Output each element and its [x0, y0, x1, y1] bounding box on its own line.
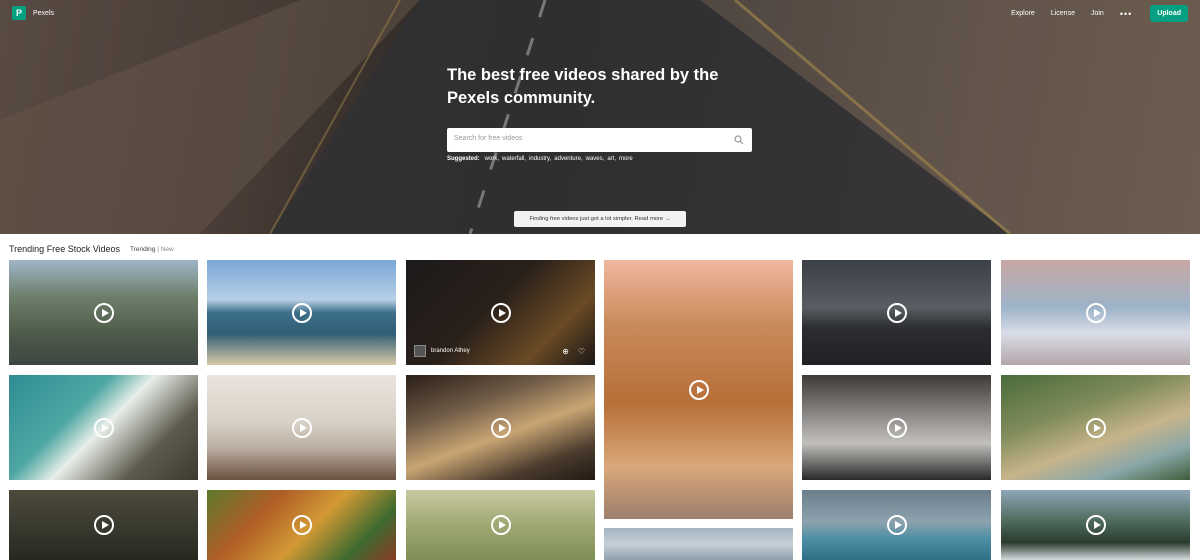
tile-city-traffic[interactable]	[9, 260, 198, 365]
suggested-link-art[interactable]: art,	[607, 156, 616, 162]
suggested-link-waves[interactable]: waves,	[586, 156, 605, 162]
play-icon[interactable]	[1085, 417, 1106, 438]
pexels-logo-icon: P	[12, 6, 26, 20]
play-icon[interactable]	[291, 302, 312, 323]
play-icon[interactable]	[93, 417, 114, 438]
section-tabs: Trending | New	[130, 246, 174, 253]
tile-road-lines[interactable]	[802, 260, 991, 365]
upload-button[interactable]: Upload	[1150, 5, 1188, 22]
suggested-label: Suggested:	[447, 156, 480, 162]
tile-author[interactable]: brandon Athey	[414, 345, 470, 357]
play-icon[interactable]	[490, 515, 511, 535]
nav-explore-link[interactable]: Explore	[1011, 10, 1035, 17]
author-avatar	[414, 345, 426, 357]
tile-waterfall[interactable]	[1001, 490, 1190, 560]
nav-join-link[interactable]: Join	[1091, 10, 1104, 17]
add-to-collection-icon[interactable]: ⊕	[562, 347, 569, 356]
play-icon[interactable]	[886, 515, 907, 535]
tile-ocean-aerial[interactable]	[9, 375, 198, 480]
tab-new[interactable]: New	[161, 246, 174, 253]
section-title: Trending Free Stock Videos	[9, 244, 121, 254]
like-heart-icon[interactable]: ♡	[578, 347, 585, 356]
suggested-link-work[interactable]: work,	[485, 156, 499, 162]
nav-links: Explore License Join ••• Upload	[1011, 5, 1188, 22]
play-icon[interactable]	[93, 302, 114, 323]
tile-rocky-shore[interactable]	[406, 375, 595, 480]
suggested-link-adventure[interactable]: adventure,	[554, 156, 582, 162]
tile-actions: ⊕ ♡	[562, 347, 585, 356]
tile-sea-foam[interactable]	[604, 528, 793, 560]
tile-night-fire[interactable]: brandon Athey ⊕ ♡	[406, 260, 595, 365]
tile-autumn-forest[interactable]	[207, 490, 396, 560]
play-icon[interactable]	[93, 515, 114, 535]
suggested-searches: Suggested: work, waterfall, industry, ad…	[447, 156, 633, 162]
tile-boats-bay[interactable]	[1001, 375, 1190, 480]
hero-headline: The best free videos shared by the Pexel…	[447, 66, 719, 107]
tab-trending[interactable]: Trending	[130, 246, 155, 253]
tile-wheat-field[interactable]	[406, 490, 595, 560]
author-name: brandon Athey	[431, 348, 470, 354]
tile-woman-phone[interactable]	[207, 375, 396, 480]
tile-dark-forest[interactable]	[9, 490, 198, 560]
tile-basketball-court[interactable]	[802, 490, 991, 560]
play-icon[interactable]	[490, 417, 511, 438]
tile-laptop-typing[interactable]	[802, 375, 991, 480]
logo[interactable]: P Pexels	[12, 6, 54, 20]
play-icon[interactable]	[688, 379, 709, 400]
top-nav: P Pexels Explore License Join ••• Upload	[0, 0, 1200, 28]
tab-separator: |	[157, 246, 159, 253]
search-icon[interactable]	[734, 135, 744, 145]
play-icon[interactable]	[886, 302, 907, 323]
play-icon[interactable]	[1085, 515, 1106, 535]
search-input[interactable]: Search for free videos	[454, 135, 522, 142]
suggested-link-industry[interactable]: industry,	[529, 156, 551, 162]
announcement-banner[interactable]: Finding free videos just got a lot simpl…	[514, 211, 686, 227]
play-icon[interactable]	[886, 417, 907, 438]
play-icon[interactable]	[1085, 302, 1106, 323]
nav-license-link[interactable]: License	[1051, 10, 1075, 17]
tile-coffee-flower[interactable]	[604, 260, 793, 519]
play-icon[interactable]	[490, 302, 511, 323]
more-menu-icon[interactable]: •••	[1120, 9, 1132, 19]
brand-name: Pexels	[33, 9, 55, 17]
suggested-link-more[interactable]: more	[619, 156, 633, 162]
tile-beach-waves[interactable]	[207, 260, 396, 365]
hero-video-background: P Pexels Explore License Join ••• Upload…	[0, 0, 1200, 234]
road-scene-graphic	[0, 0, 1200, 234]
play-icon[interactable]	[291, 417, 312, 438]
suggested-link-waterfall[interactable]: waterfall,	[502, 156, 526, 162]
search-bar[interactable]: Search for free videos	[447, 128, 752, 152]
play-icon[interactable]	[291, 515, 312, 535]
tile-snow-sunset[interactable]	[1001, 260, 1190, 365]
